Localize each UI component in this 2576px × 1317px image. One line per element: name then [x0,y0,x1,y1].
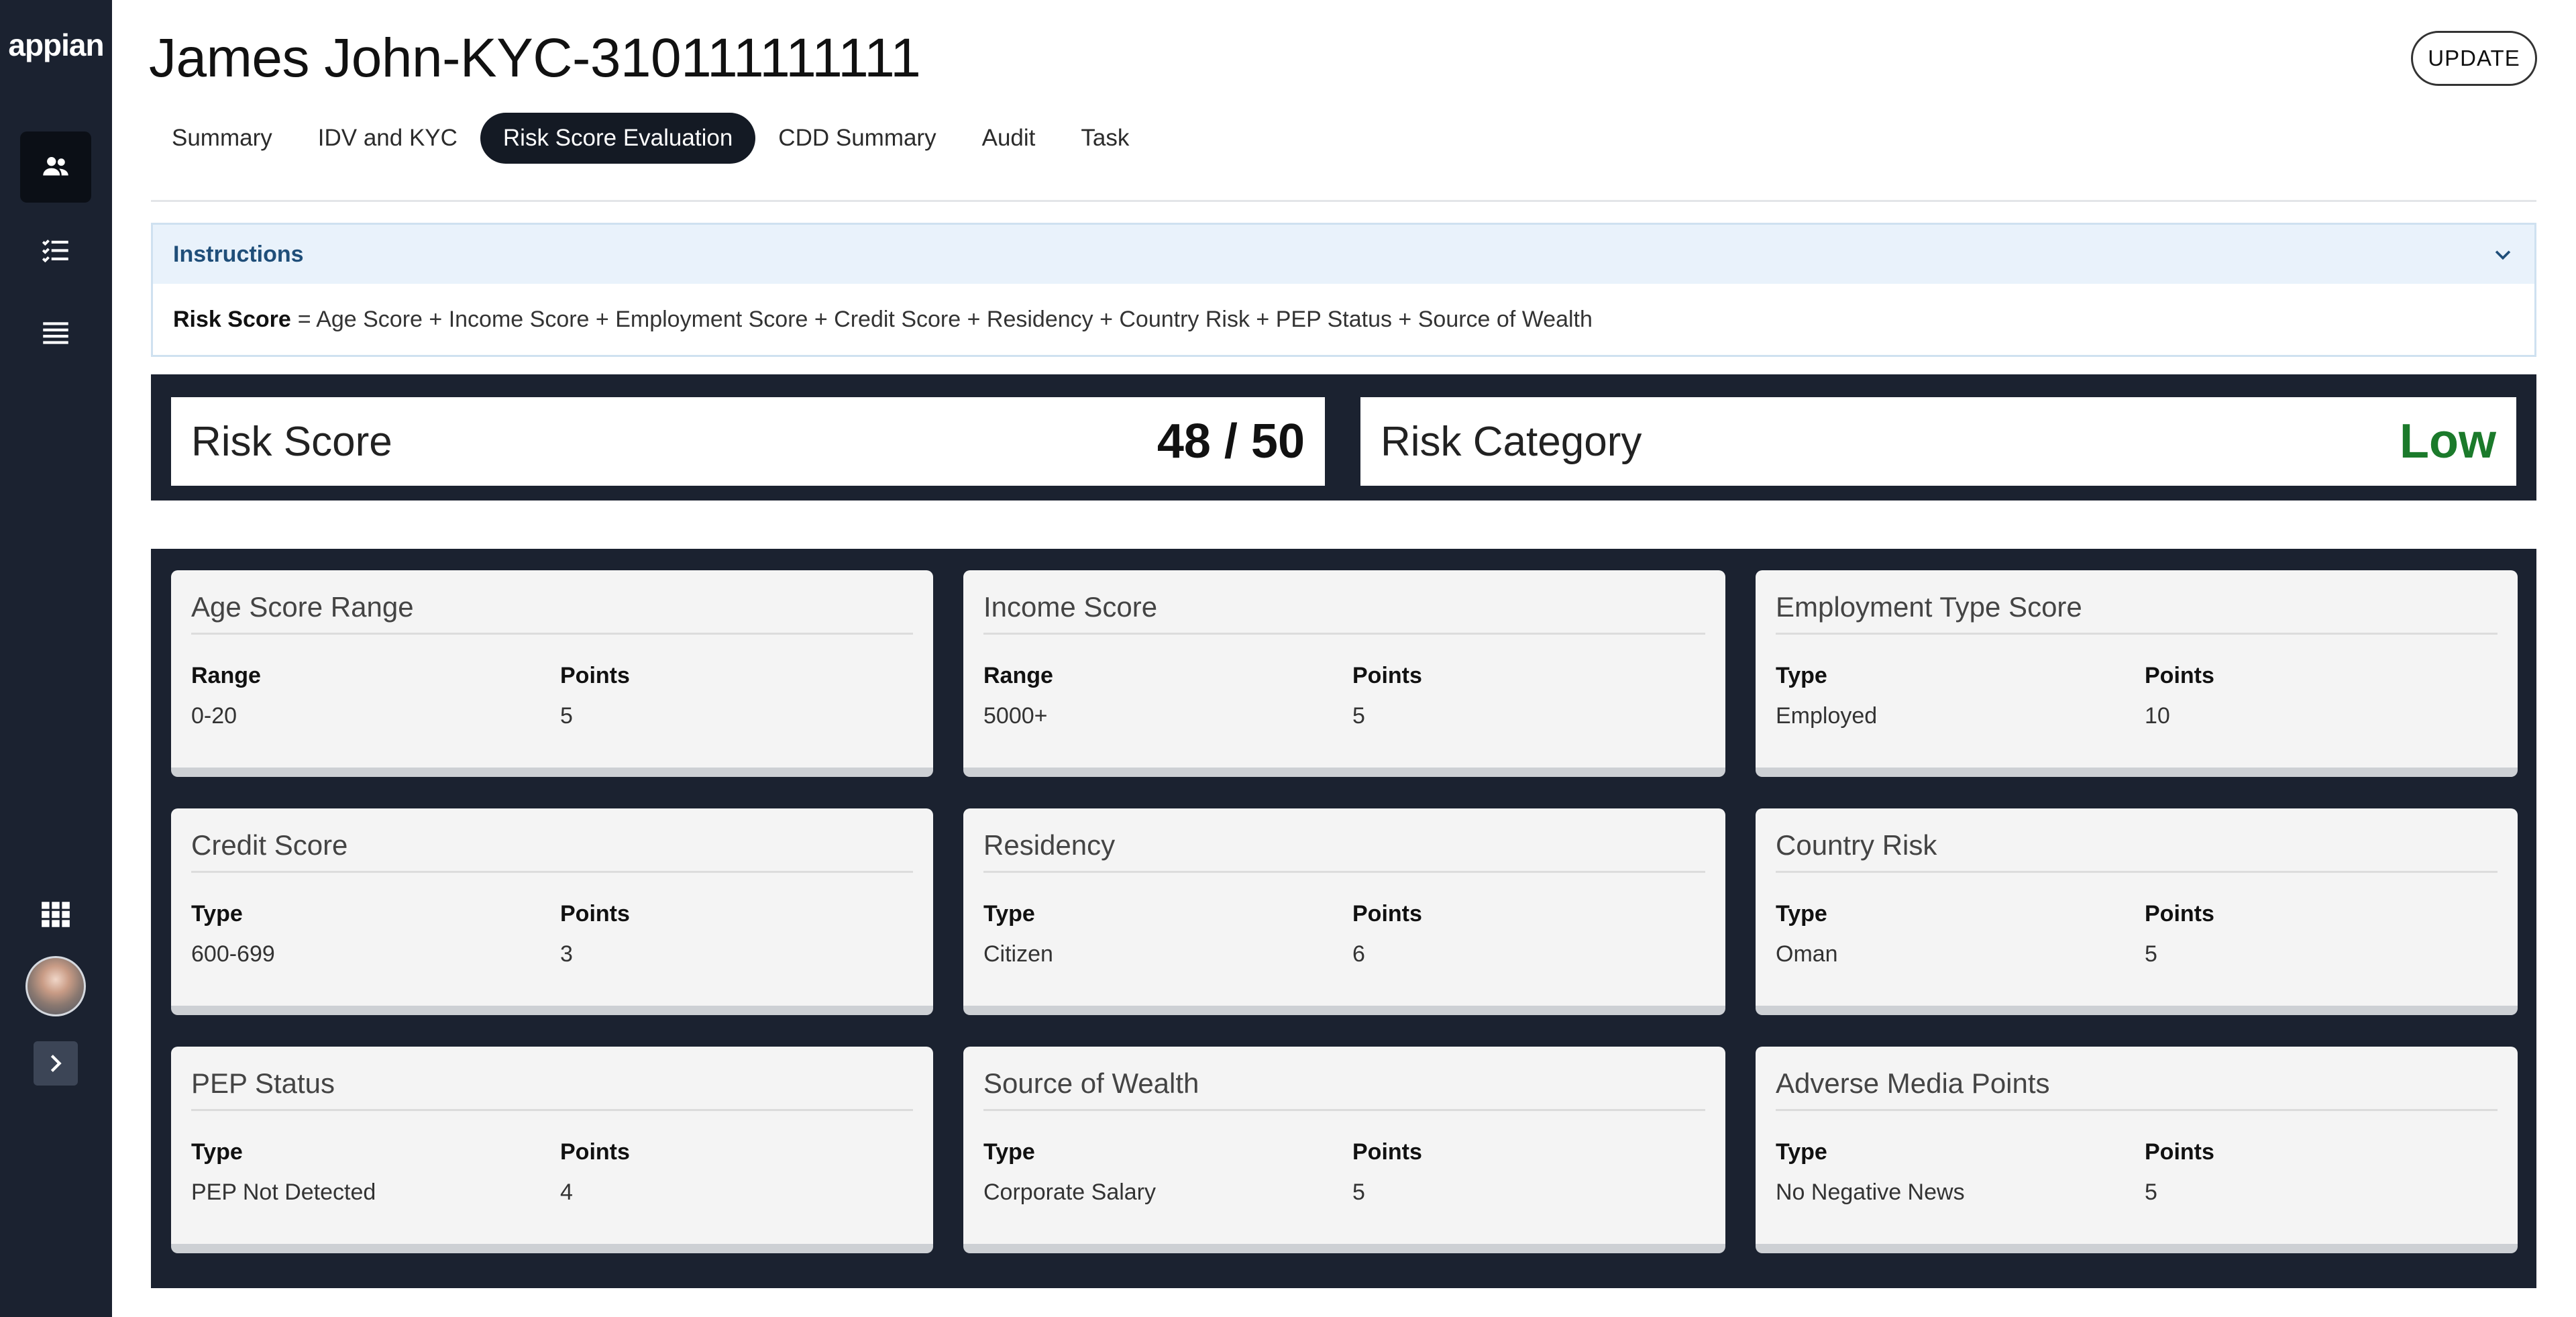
col1-value: 600-699 [191,941,275,967]
risk-category-box: Risk Category Low [1360,397,2516,486]
instructions-body: Risk Score = Age Score + Income Score + … [153,284,2534,355]
tab-summary[interactable]: Summary [149,113,295,164]
update-button[interactable]: UPDATE [2411,31,2537,86]
nav-users-button[interactable] [20,131,91,203]
card-age-score-range: Age Score Range Range Points 0-20 5 [171,570,933,777]
card-source-of-wealth: Source of Wealth Type Points Corporate S… [963,1047,1725,1253]
col1-value: Citizen [983,941,1053,967]
col1-header: Type [191,1139,243,1165]
chevron-down-icon[interactable] [2491,243,2514,266]
col2-header: Points [560,663,630,688]
col2-value: 3 [560,941,573,967]
col1-value: No Negative News [1776,1179,1965,1205]
risk-category-value: Low [2400,415,2496,468]
col2-value: 5 [1352,703,1365,729]
instructions-header[interactable]: Instructions [153,225,2534,284]
nav-records-button[interactable] [20,298,91,369]
score-banner: Risk Score 48 / 50 Risk Category Low [151,374,2536,501]
card-country-risk: Country Risk Type Points Oman 5 [1756,808,2518,1015]
col1-header: Type [983,1139,1035,1165]
risk-category-label: Risk Category [1381,418,1642,465]
tab-audit[interactable]: Audit [959,113,1059,164]
user-avatar[interactable] [25,956,86,1016]
tab-task[interactable]: Task [1058,113,1152,164]
card-income-score: Income Score Range Points 5000+ 5 [963,570,1725,777]
col1-header: Type [1776,663,1827,688]
col1-header: Range [191,663,261,688]
col2-value: 5 [2145,1179,2157,1205]
col1-value: Employed [1776,703,1878,729]
col2-header: Points [1352,663,1422,688]
col2-header: Points [2145,1139,2214,1165]
col1-value: PEP Not Detected [191,1179,376,1205]
card-title: PEP Status [191,1057,913,1111]
col1-header: Type [1776,1139,1827,1165]
col1-header: Type [1776,901,1827,927]
card-adverse-media-points: Adverse Media Points Type Points No Nega… [1756,1047,2518,1253]
card-residency: Residency Type Points Citizen 6 [963,808,1725,1015]
col2-header: Points [560,901,630,927]
col2-header: Points [560,1139,630,1165]
tab-bar: Summary IDV and KYC Risk Score Evaluatio… [149,113,1152,164]
card-title: Employment Type Score [1776,581,2498,635]
apps-grid-icon [42,902,70,927]
risk-score-box: Risk Score 48 / 50 [171,397,1325,486]
appian-logo[interactable]: appian [0,27,112,63]
card-title: Income Score [983,581,1705,635]
card-title: Adverse Media Points [1776,1057,2498,1111]
header-divider [151,200,2536,202]
col1-value: Corporate Salary [983,1179,1157,1205]
expand-sidebar-button[interactable] [34,1041,78,1086]
col2-value: 10 [2145,703,2170,729]
instructions-panel: Instructions Risk Score = Age Score + In… [151,223,2536,357]
tasks-icon [42,240,68,263]
col2-header: Points [2145,663,2214,688]
col2-header: Points [2145,901,2214,927]
col1-value: Oman [1776,941,1838,967]
col2-value: 5 [2145,941,2157,967]
app-root: appian James John-KYC-310111111111 UPDAT… [0,0,2576,1317]
tab-cdd-summary[interactable]: CDD Summary [755,113,959,164]
card-title: Credit Score [191,819,913,873]
card-credit-score: Credit Score Type Points 600-699 3 [171,808,933,1015]
sidebar: appian [0,0,112,1317]
col2-value: 5 [1352,1179,1365,1205]
users-icon [43,157,68,176]
tab-risk-score-evaluation[interactable]: Risk Score Evaluation [480,113,756,164]
apps-grid-button[interactable] [20,879,91,950]
instructions-title: Instructions [173,241,304,267]
score-cards-panel: Age Score Range Range Points 0-20 5 Inco… [151,549,2536,1288]
risk-score-label: Risk Score [191,418,392,465]
card-employment-type-score: Employment Type Score Type Points Employ… [1756,570,2518,777]
col2-value: 4 [560,1179,573,1205]
risk-score-value: 48 / 50 [1157,415,1305,468]
chevron-right-icon [50,1055,62,1072]
formula-label: Risk Score [173,306,291,332]
card-title: Age Score Range [191,581,913,635]
card-title: Source of Wealth [983,1057,1705,1111]
col1-header: Range [983,663,1053,688]
col2-value: 6 [1352,941,1365,967]
list-icon [43,322,68,344]
card-pep-status: PEP Status Type Points PEP Not Detected … [171,1047,933,1253]
col2-value: 5 [560,703,573,729]
col1-header: Type [983,901,1035,927]
col1-value: 0-20 [191,703,237,729]
tab-idv-and-kyc[interactable]: IDV and KYC [295,113,480,164]
col2-header: Points [1352,1139,1422,1165]
col1-value: 5000+ [983,703,1048,729]
page-title: James John-KYC-310111111111 [149,28,921,89]
col2-header: Points [1352,901,1422,927]
col1-header: Type [191,901,243,927]
card-title: Country Risk [1776,819,2498,873]
formula-text: = Age Score + Income Score + Employment … [297,306,1593,332]
card-title: Residency [983,819,1705,873]
nav-tasks-button[interactable] [20,215,91,286]
